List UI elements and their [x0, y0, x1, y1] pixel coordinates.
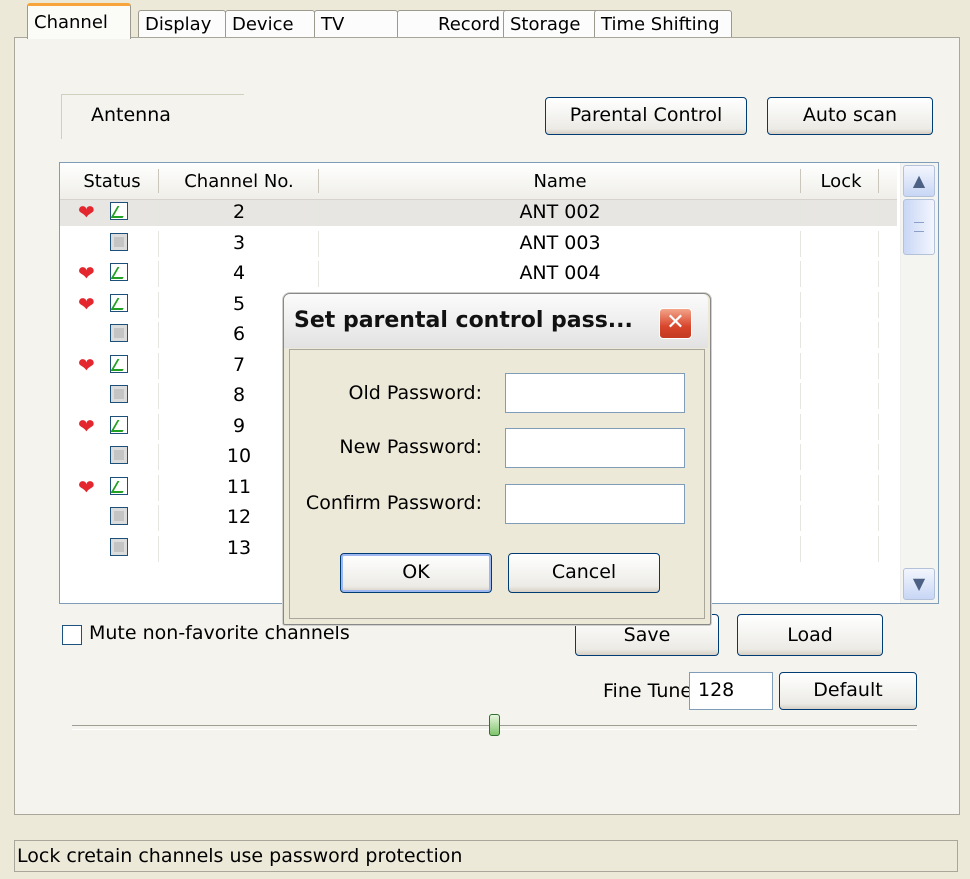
status-cell: ❤ [60, 291, 159, 318]
heart-icon: ❤ [78, 200, 95, 224]
old-password-field[interactable] [505, 373, 685, 413]
status-cell [60, 535, 159, 562]
status-cell [60, 230, 159, 257]
tab-storage[interactable]: Storage [503, 10, 603, 37]
lock-cell[interactable] [800, 474, 879, 501]
tab-display[interactable]: Display [138, 10, 226, 37]
tab-record[interactable]: Record [397, 10, 517, 37]
channel-enable-checkbox[interactable] [110, 324, 128, 342]
lock-cell[interactable] [800, 444, 879, 470]
lock-cell[interactable] [800, 230, 879, 257]
tab-time-shifting[interactable]: Time Shifting [594, 10, 732, 37]
new-password-field[interactable] [505, 428, 685, 468]
new-password-label: New Password: [339, 436, 482, 458]
lock-cell[interactable] [800, 322, 879, 348]
chevron-down-icon[interactable]: ▼ [903, 568, 935, 600]
table-row[interactable]: ❤ 4 ANT 004 [60, 261, 897, 287]
lock-cell[interactable] [800, 535, 879, 562]
channel-number: 4 [232, 262, 246, 284]
lock-cell[interactable] [800, 383, 879, 409]
channel-enable-checkbox[interactable] [110, 202, 128, 220]
channel-enable-checkbox[interactable] [110, 263, 128, 281]
parental-password-dialog: Set parental control pass... ✕ Old Passw… [283, 293, 711, 625]
status-cell [60, 322, 159, 348]
channel-enable-checkbox[interactable] [110, 293, 128, 312]
channel-enable-checkbox[interactable] [110, 232, 128, 251]
table-row[interactable]: 3 ANT 003 [60, 230, 897, 257]
scroll-thumb[interactable] [903, 199, 935, 255]
tab-tv[interactable]: TV [314, 10, 398, 37]
dialog-title: Set parental control pass... [294, 308, 633, 333]
status-cell: ❤ [60, 413, 159, 440]
dialog-body: Old Password: New Password: Confirm Pass… [289, 349, 705, 619]
channel-enable-checkbox[interactable] [110, 507, 128, 525]
channel-enable-checkbox[interactable] [110, 537, 128, 556]
mute-label: Mute non-favorite channels [89, 622, 350, 644]
auto-scan-button[interactable]: Auto scan [767, 97, 933, 135]
table-row[interactable]: ❤ 2 ANT 002 [60, 200, 897, 226]
status-cell: ❤ [60, 474, 159, 501]
lock-cell[interactable] [800, 413, 879, 440]
column-channel-no[interactable]: Channel No. [160, 171, 318, 192]
tab-channel[interactable]: Channel [27, 3, 131, 39]
channel-enable-checkbox[interactable] [110, 446, 128, 464]
channel-enable-checkbox[interactable] [110, 476, 128, 495]
status-cell [60, 383, 159, 409]
channel-enable-checkbox[interactable] [110, 385, 128, 403]
channel-number: 3 [232, 231, 246, 254]
dialog-titlebar[interactable]: Set parental control pass... ✕ [284, 294, 708, 348]
lock-cell[interactable] [800, 261, 879, 287]
lock-cell[interactable] [800, 200, 879, 226]
load-button[interactable]: Load [737, 614, 883, 656]
heart-icon: ❤ [78, 474, 95, 499]
lock-cell[interactable] [800, 505, 879, 531]
heart-icon: ❤ [78, 261, 95, 285]
chevron-up-icon[interactable]: ▲ [903, 165, 935, 197]
list-scrollbar[interactable]: ▲ ▼ [900, 163, 938, 603]
fine-tune-label: Fine Tune [603, 680, 693, 702]
close-icon[interactable]: ✕ [659, 308, 692, 339]
ok-button[interactable]: OK [340, 553, 492, 593]
channel-name: ANT 003 [519, 231, 601, 254]
status-cell: ❤ [60, 352, 159, 379]
column-name[interactable]: Name [320, 171, 800, 192]
channel-number: 2 [232, 201, 246, 223]
lock-cell[interactable] [800, 352, 879, 379]
lock-cell[interactable] [800, 291, 879, 318]
channel-enable-checkbox[interactable] [110, 354, 128, 373]
mute-checkbox[interactable] [62, 625, 82, 645]
status-cell: ❤ [60, 261, 159, 287]
confirm-password-label: Confirm Password: [305, 492, 482, 514]
heart-icon: ❤ [78, 352, 95, 377]
fine-tune-value[interactable]: 128 [689, 672, 773, 710]
status-cell [60, 444, 159, 470]
status-bar: Lock cretain channels use password prote… [14, 840, 958, 872]
channel-name: ANT 002 [519, 201, 601, 223]
heart-icon: ❤ [78, 413, 95, 438]
heart-icon: ❤ [78, 291, 95, 316]
list-header: Status Channel No. Name Lock [60, 163, 897, 201]
channel-enable-checkbox[interactable] [110, 415, 128, 434]
column-status[interactable]: Status [68, 171, 156, 192]
status-text: Lock cretain channels use password prote… [17, 845, 463, 867]
old-password-label: Old Password: [348, 382, 482, 404]
cancel-button[interactable]: Cancel [508, 553, 660, 593]
confirm-password-field[interactable] [505, 484, 685, 524]
status-cell [60, 505, 159, 531]
tab-device[interactable]: Device [225, 10, 315, 37]
channel-name: ANT 004 [519, 262, 601, 284]
status-cell: ❤ [60, 200, 159, 226]
source-label: Antenna [91, 104, 171, 126]
parental-control-button[interactable]: Parental Control [545, 97, 747, 135]
column-lock[interactable]: Lock [802, 171, 880, 192]
fine-tune-slider-thumb[interactable] [489, 714, 500, 736]
default-button[interactable]: Default [779, 672, 917, 710]
